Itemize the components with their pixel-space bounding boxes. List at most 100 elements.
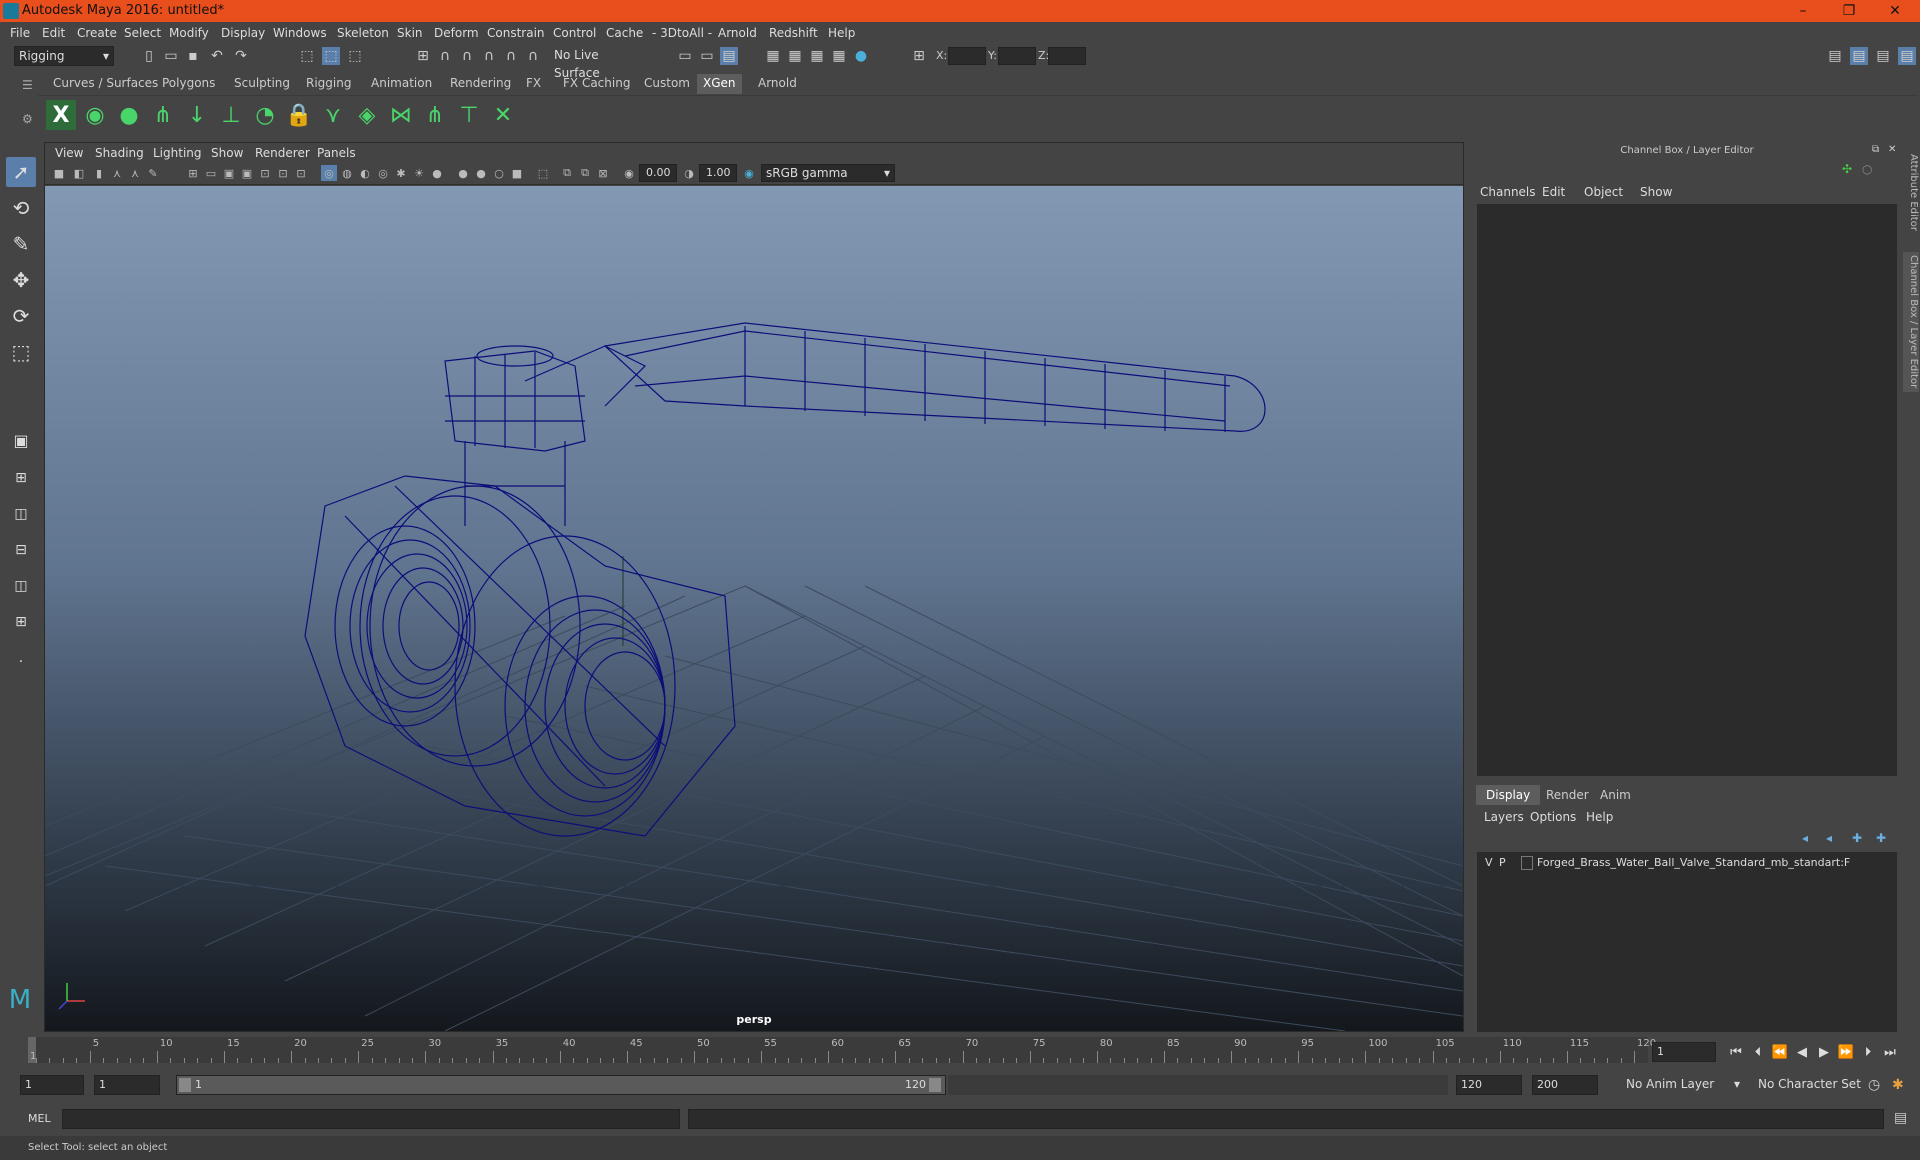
wireframe-on-shaded-icon[interactable]: ◐: [357, 165, 373, 181]
end-frame-field[interactable]: 200: [1532, 1075, 1598, 1095]
xgen-editor-icon[interactable]: X: [46, 100, 76, 130]
shelf-tab-fx-caching[interactable]: FX Caching: [557, 74, 636, 94]
motion-blur-icon[interactable]: ●: [455, 165, 471, 181]
auto-key-icon[interactable]: ◷: [1868, 1077, 1880, 1093]
vp-menu-view[interactable]: View: [55, 146, 83, 160]
restore-button[interactable]: ❐: [1826, 0, 1872, 22]
move-layer-up-icon[interactable]: ◂: [1802, 831, 1808, 845]
command-language-label[interactable]: MEL: [28, 1112, 51, 1125]
snap-curve-icon[interactable]: ∩: [436, 47, 454, 65]
ambient-occlusion-icon[interactable]: ●: [429, 165, 445, 181]
two-d-pan-icon[interactable]: ⋏: [127, 165, 143, 181]
construction-history-icon[interactable]: ▤: [720, 47, 738, 65]
menu-windows[interactable]: Windows: [273, 26, 327, 40]
snap-point-icon[interactable]: ∩: [458, 47, 476, 65]
side-tab-channel-box[interactable]: Channel Box / Layer Editor: [1903, 252, 1919, 392]
hypershade-icon[interactable]: ●: [852, 47, 870, 65]
select-hierarchy-icon[interactable]: ⬚: [298, 47, 316, 65]
select-tool-icon[interactable]: ➚: [6, 157, 36, 187]
step-forward-frame-icon[interactable]: ⏵: [1858, 1042, 1878, 1062]
time-slider-track[interactable]: 1 5 10 15 20 25 30 35 40 45 50 55 60 65 70 75 80 85 90 95 1…: [28, 1037, 1656, 1063]
isolate-select-icon[interactable]: ⬚: [535, 165, 551, 181]
live-surface-label[interactable]: No Live Surface: [550, 46, 642, 80]
menu-skeleton[interactable]: Skeleton: [337, 26, 389, 40]
go-to-start-icon[interactable]: ⏮: [1726, 1042, 1746, 1062]
step-back-frame-icon[interactable]: ⏴: [1748, 1042, 1768, 1062]
menu-redshift[interactable]: Redshift: [769, 26, 818, 40]
layer-name[interactable]: Forged_Brass_Water_Ball_Valve_Standard_m…: [1537, 856, 1850, 869]
range-slider[interactable]: 1 120: [176, 1075, 946, 1095]
side-by-side-layout-icon[interactable]: ◫: [6, 499, 36, 529]
z-field[interactable]: [1048, 47, 1086, 65]
menu-edit[interactable]: Edit: [42, 26, 65, 40]
persp-outliner-layout-icon[interactable]: ◫: [6, 571, 36, 601]
vp-menu-shading[interactable]: Shading: [95, 146, 144, 160]
menu-file[interactable]: File: [10, 26, 30, 40]
save-scene-icon[interactable]: ▪: [184, 47, 202, 65]
color-management-icon[interactable]: ◉: [741, 165, 757, 181]
gamma-icon[interactable]: ◑: [681, 165, 697, 181]
sculpt-guide-icon[interactable]: ◔: [250, 100, 280, 130]
playback-end-field[interactable]: 120: [1456, 1075, 1522, 1095]
xray-icon[interactable]: ⧉: [559, 165, 575, 181]
vp-menu-lighting[interactable]: Lighting: [153, 146, 202, 160]
snap-view-icon[interactable]: ∩: [480, 47, 498, 65]
comb-icon[interactable]: ⋈: [386, 100, 416, 130]
cb-menu-edit[interactable]: Edit: [1542, 185, 1565, 199]
layer-visibility-toggle[interactable]: V: [1485, 856, 1493, 869]
input-ops-icon[interactable]: ▭: [676, 47, 694, 65]
layer-menu-options[interactable]: Options: [1530, 810, 1576, 824]
four-view-layout-icon[interactable]: ⊞: [6, 463, 36, 493]
ipr-render-icon[interactable]: ▦: [808, 47, 826, 65]
colorspace-dropdown[interactable]: sRGB gamma ▾: [761, 164, 895, 182]
step-forward-key-icon[interactable]: ⏩: [1836, 1042, 1856, 1062]
cb-menu-channels[interactable]: Channels: [1480, 185, 1536, 199]
cb-menu-object[interactable]: Object: [1584, 185, 1623, 199]
shelf-tab-arnold[interactable]: Arnold: [752, 74, 803, 94]
rotate-tool-icon[interactable]: ⟳: [6, 301, 36, 331]
new-layer-icon[interactable]: ✚: [1852, 831, 1862, 845]
xray-joints-icon[interactable]: ⊠: [595, 165, 611, 181]
camera-icon[interactable]: ■: [51, 165, 67, 181]
place-guide-icon[interactable]: ⊥: [216, 100, 246, 130]
menu-display[interactable]: Display: [221, 26, 265, 40]
gate-mask-icon[interactable]: ▣: [239, 165, 255, 181]
smooth-shade-icon[interactable]: ◍: [339, 165, 355, 181]
layer-menu-layers[interactable]: Layers: [1484, 810, 1524, 824]
play-backward-icon[interactable]: ◀: [1792, 1042, 1812, 1062]
menu-constrain[interactable]: Constrain: [487, 26, 545, 40]
side-tab-attribute-editor[interactable]: Attribute Editor: [1903, 150, 1919, 234]
vp-menu-panels[interactable]: Panels: [317, 146, 356, 160]
hud-icon[interactable]: ■: [509, 165, 525, 181]
attribute-editor-toggle-icon[interactable]: ▤: [1850, 47, 1868, 65]
grease-pencil-icon[interactable]: ✎: [145, 165, 161, 181]
menu-cache[interactable]: Cache: [606, 26, 643, 40]
axis-toggle-icon[interactable]: ✣: [1842, 162, 1852, 176]
channel-box-toggle-icon[interactable]: ▤: [1898, 47, 1916, 65]
delete-guide-icon[interactable]: ✕: [488, 100, 518, 130]
new-scene-icon[interactable]: ▯: [140, 47, 158, 65]
step-back-key-icon[interactable]: ⏪: [1770, 1042, 1790, 1062]
output-ops-icon[interactable]: ▭: [698, 47, 716, 65]
undo-icon[interactable]: ↶: [208, 47, 226, 65]
layer-playback-toggle[interactable]: P: [1499, 856, 1506, 869]
new-layer-selected-icon[interactable]: ✚: [1876, 831, 1886, 845]
layer-icon[interactable]: ◈: [352, 100, 382, 130]
shelf-tab-rigging[interactable]: Rigging: [300, 74, 357, 94]
script-editor-icon[interactable]: ▤: [1894, 1110, 1907, 1126]
shelf-tab-sculpting[interactable]: Sculpting: [228, 74, 296, 94]
exposure-icon[interactable]: ◉: [621, 165, 637, 181]
wireframe-icon[interactable]: ◎: [321, 165, 337, 181]
preview-icon[interactable]: ◉: [80, 100, 110, 130]
grass-icon[interactable]: ⋎: [318, 100, 348, 130]
shelf-tab-xgen[interactable]: XGen: [697, 74, 742, 94]
menu-create[interactable]: Create: [77, 26, 117, 40]
menu-help[interactable]: Help: [828, 26, 855, 40]
float-panel-icon[interactable]: ⧉: [1872, 144, 1879, 155]
render-view-icon[interactable]: ▦: [764, 47, 782, 65]
close-button[interactable]: ✕: [1872, 0, 1918, 22]
viewport-canvas[interactable]: persp: [45, 186, 1463, 1031]
density-icon[interactable]: ⋔: [420, 100, 450, 130]
open-scene-icon[interactable]: ▭: [162, 47, 180, 65]
character-set-dropdown[interactable]: No Character Set: [1754, 1075, 1864, 1095]
